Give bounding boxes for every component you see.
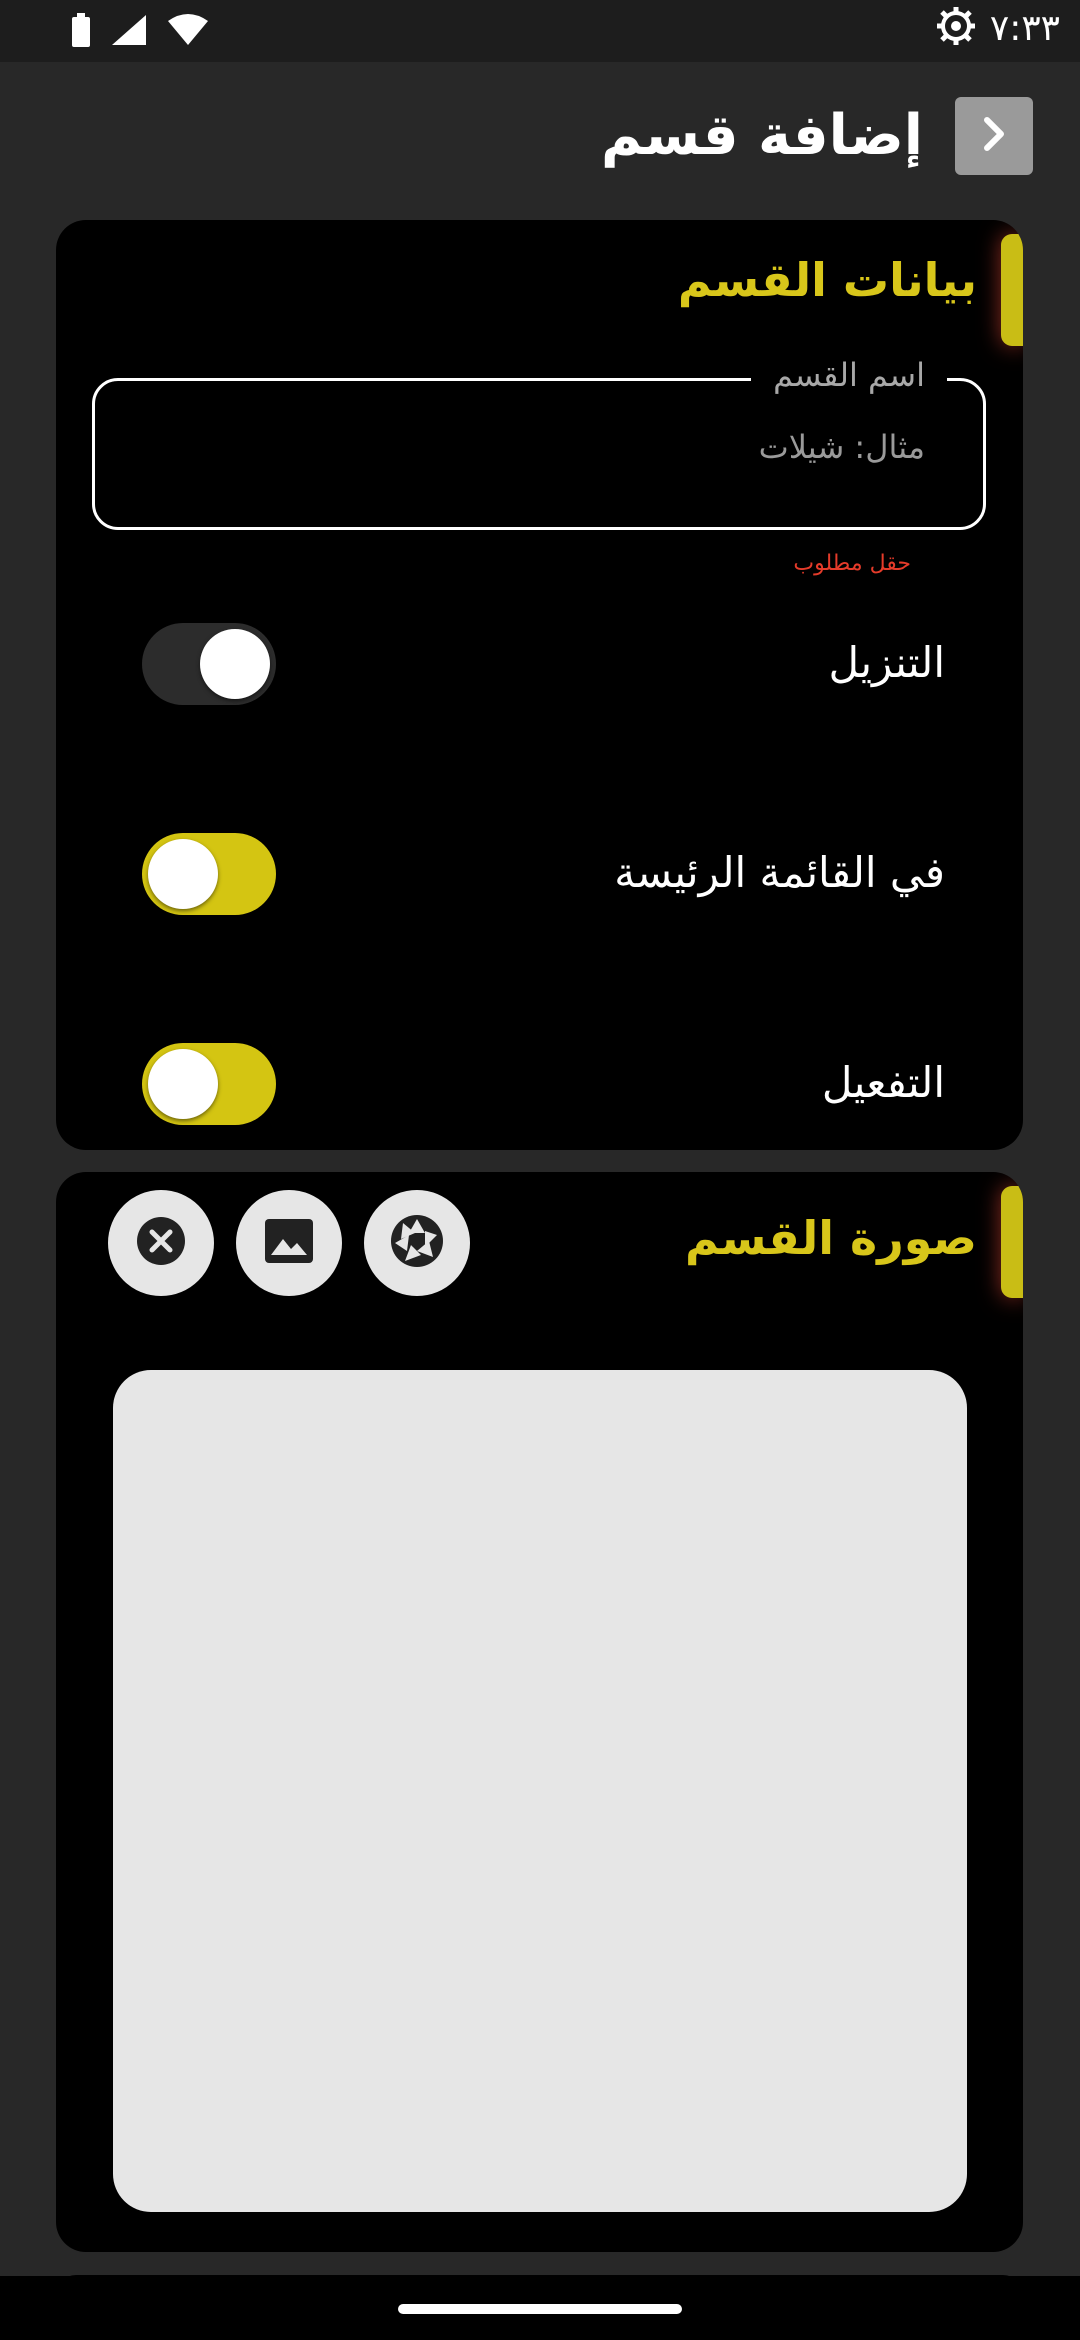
- signal-icon: [110, 13, 148, 51]
- section-name-label: اسم القسم: [751, 351, 947, 399]
- status-icons: [70, 12, 210, 52]
- section-name-input[interactable]: [163, 427, 927, 467]
- activation-switch[interactable]: [142, 1043, 276, 1125]
- navigation-bar: [0, 2276, 1080, 2340]
- clear-button[interactable]: [108, 1190, 214, 1296]
- app-bar: إضافة قسم: [0, 62, 1080, 210]
- section-image-card: صورة القسم: [56, 1172, 1023, 2252]
- switch-knob: [148, 839, 218, 909]
- accent-bar: [1001, 234, 1023, 346]
- main-menu-switch[interactable]: [142, 833, 276, 915]
- section-data-title: بيانات القسم: [677, 253, 977, 307]
- required-error: حقل مطلوب: [793, 551, 911, 576]
- gallery-icon: [263, 1215, 315, 1271]
- clear-icon: [135, 1215, 187, 1271]
- chevron-right-icon: [974, 114, 1014, 158]
- switch-knob: [148, 1049, 218, 1119]
- toggle-row-download: التنزيل: [56, 615, 1023, 715]
- settings-icon: [936, 6, 976, 50]
- wifi-icon: [166, 13, 210, 51]
- image-preview[interactable]: [113, 1370, 967, 2212]
- camera-icon: [389, 1213, 445, 1273]
- toggle-label-download: التنزيل: [828, 638, 945, 687]
- home-indicator[interactable]: [398, 2304, 682, 2314]
- switch-knob: [200, 629, 270, 699]
- camera-button[interactable]: [364, 1190, 470, 1296]
- status-time: ٧:٣٣: [989, 7, 1060, 49]
- battery-icon: [70, 12, 92, 52]
- status-bar: ٧:٣٣: [0, 0, 1080, 62]
- section-name-field[interactable]: اسم القسم: [92, 351, 986, 530]
- toggle-row-activation: التفعيل: [56, 1035, 1023, 1135]
- toggle-label-activation: التفعيل: [821, 1058, 945, 1107]
- section-image-title: صورة القسم: [685, 1211, 977, 1265]
- download-switch[interactable]: [142, 623, 276, 705]
- section-data-card: بيانات القسم اسم القسم حقل مطلوب التنزيل…: [56, 220, 1023, 1150]
- page-title: إضافة قسم: [600, 103, 923, 168]
- accent-bar: [1001, 1186, 1023, 1298]
- gallery-button[interactable]: [236, 1190, 342, 1296]
- toggle-row-main-menu: في القائمة الرئيسة: [56, 825, 1023, 925]
- toggle-label-main-menu: في القائمة الرئيسة: [614, 848, 945, 897]
- back-button[interactable]: [955, 97, 1033, 175]
